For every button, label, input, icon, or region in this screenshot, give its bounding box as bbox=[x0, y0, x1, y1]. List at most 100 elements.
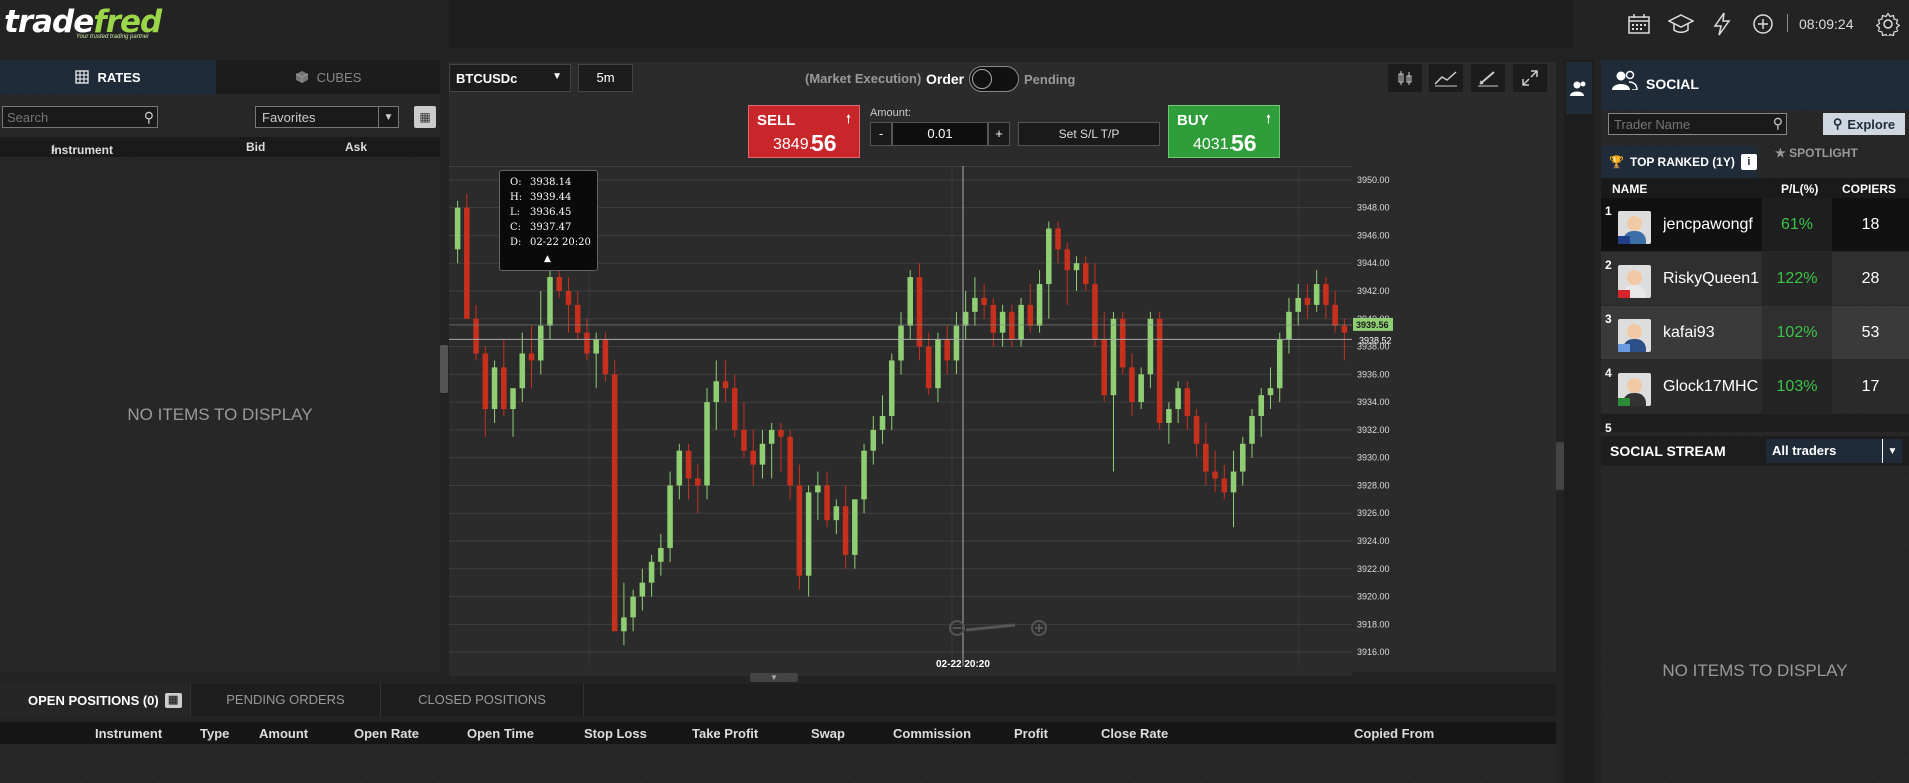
lightning-icon[interactable] bbox=[1707, 10, 1737, 38]
price-chart[interactable]: 3950.003948.003946.003944.003942.003940.… bbox=[449, 166, 1556, 676]
calendar-icon[interactable] bbox=[1624, 10, 1654, 38]
tab-pending-orders[interactable]: PENDING ORDERS bbox=[190, 684, 380, 716]
grid-view-toggle-icon[interactable]: ▦ bbox=[414, 106, 436, 128]
trader-row[interactable]: 1 jencpawongf 61% 18 bbox=[1601, 198, 1909, 251]
column-stop-loss[interactable]: Stop Loss bbox=[584, 726, 647, 741]
stream-filter-dropdown[interactable]: All traders ▼ bbox=[1766, 439, 1902, 463]
y-tick-label: 3942.00 bbox=[1357, 286, 1390, 296]
trader-pl: 122% bbox=[1762, 252, 1832, 305]
column-open-time[interactable]: Open Time bbox=[467, 726, 534, 741]
tab-closed-positions[interactable]: CLOSED POSITIONS bbox=[380, 684, 584, 716]
symbol-dropdown[interactable]: BTCUSDc ▼ bbox=[449, 64, 571, 92]
column-type[interactable]: Type bbox=[200, 726, 229, 741]
tab-cubes[interactable]: CUBES bbox=[216, 60, 440, 94]
plus-circle-icon[interactable] bbox=[1748, 10, 1778, 38]
candle-body bbox=[685, 450, 692, 479]
sell-button[interactable]: SELL 🠕 3849. 56 bbox=[748, 105, 860, 158]
candle-body bbox=[1332, 304, 1338, 326]
trader-name: RiskyQueen1 bbox=[1663, 270, 1759, 287]
chart-right-collapse-handle[interactable] bbox=[1556, 442, 1564, 490]
chevron-down-icon: ▼ bbox=[1882, 439, 1902, 463]
column-bid[interactable]: Bid bbox=[246, 140, 265, 154]
trader-search[interactable]: ⚲ bbox=[1608, 113, 1787, 135]
favorites-dropdown[interactable]: Favorites ▼ bbox=[255, 106, 399, 128]
logo-tagline: Your trusted trading partner bbox=[76, 34, 150, 40]
trader-row[interactable]: 4 Glock17MHC 103% 17 bbox=[1601, 360, 1909, 413]
set-sl-tp-button[interactable]: Set S/L T/P bbox=[1018, 122, 1160, 146]
y-tick-label: 3916.00 bbox=[1357, 647, 1390, 657]
candle-body bbox=[1166, 409, 1172, 423]
trader-row[interactable]: 2 RiskyQueen1 122% 28 bbox=[1601, 252, 1909, 305]
candle-body bbox=[815, 485, 821, 493]
candle-body bbox=[1018, 304, 1024, 340]
tab-spotlight-label: SPOTLIGHT bbox=[1789, 146, 1858, 160]
column-open-rate[interactable]: Open Rate bbox=[354, 726, 419, 741]
candle-body bbox=[1147, 318, 1154, 375]
search-icon: ⚲ bbox=[1832, 116, 1843, 131]
column-copied-from[interactable]: Copied From bbox=[1354, 726, 1434, 741]
column-instrument[interactable]: Instrument ↓ bbox=[51, 140, 113, 157]
candle-body bbox=[972, 297, 978, 312]
order-mode-label: Order bbox=[926, 71, 965, 87]
info-icon[interactable]: i bbox=[1740, 154, 1757, 170]
column-close-rate[interactable]: Close Rate bbox=[1101, 726, 1168, 741]
search-icon[interactable]: ⚲ bbox=[1773, 115, 1783, 132]
candle-body bbox=[953, 325, 960, 361]
search-icon[interactable]: ⚲ bbox=[144, 109, 154, 126]
candle-body bbox=[1341, 325, 1348, 333]
trader-rank: 3 bbox=[1605, 312, 1612, 326]
education-icon[interactable] bbox=[1666, 10, 1696, 38]
column-take-profit[interactable]: Take Profit bbox=[692, 726, 758, 741]
candle-body bbox=[1304, 297, 1311, 305]
trader-search-input[interactable] bbox=[1609, 114, 1764, 134]
column-amount[interactable]: Amount bbox=[259, 726, 308, 741]
candle-body bbox=[574, 304, 581, 333]
column-swap[interactable]: Swap bbox=[811, 726, 845, 741]
draw-tool-icon[interactable] bbox=[1471, 64, 1505, 92]
column-commission[interactable]: Commission bbox=[893, 726, 971, 741]
candle-body bbox=[639, 582, 646, 597]
amount-increase-button[interactable]: + bbox=[988, 122, 1010, 146]
chart-collapse-handle[interactable]: ▼ bbox=[750, 673, 798, 682]
line-chart-icon[interactable] bbox=[1429, 64, 1463, 92]
instrument-search[interactable]: ⚲ bbox=[2, 106, 158, 128]
candle-body bbox=[565, 291, 572, 305]
column-ask[interactable]: Ask bbox=[345, 140, 367, 154]
search-input[interactable] bbox=[3, 107, 133, 127]
rates-empty-message: NO ITEMS TO DISPLAY bbox=[127, 405, 313, 424]
y-tick-label: 3930.00 bbox=[1357, 453, 1390, 463]
candle-body bbox=[833, 506, 840, 521]
candle-body bbox=[1046, 228, 1052, 285]
explore-button[interactable]: ⚲ Explore bbox=[1823, 113, 1905, 135]
candle-body bbox=[944, 339, 950, 361]
amount-input[interactable]: 0.01 bbox=[892, 122, 988, 146]
candle-body bbox=[750, 450, 756, 465]
trader-copiers: 28 bbox=[1861, 270, 1880, 287]
column-profit[interactable]: Profit bbox=[1014, 726, 1048, 741]
social-toggle-icon[interactable] bbox=[1566, 62, 1592, 114]
tab-open-positions[interactable]: OPEN POSITIONS (0) ▦ bbox=[0, 684, 190, 716]
candle-body bbox=[1092, 284, 1098, 340]
timeframe-button[interactable]: 5m bbox=[578, 64, 633, 92]
table-view-icon[interactable]: ▦ bbox=[164, 692, 182, 708]
candles-chart-icon[interactable] bbox=[1388, 64, 1422, 92]
people-icon bbox=[1612, 70, 1638, 96]
y-tick-label: 3922.00 bbox=[1357, 564, 1390, 574]
amount-decrease-button[interactable]: - bbox=[870, 122, 892, 146]
column-instrument[interactable]: Instrument bbox=[95, 726, 162, 741]
order-pending-toggle[interactable] bbox=[969, 66, 1019, 92]
settings-gear-icon[interactable] bbox=[1873, 10, 1903, 38]
tab-spotlight[interactable]: ★ SPOTLIGHT bbox=[1775, 146, 1858, 160]
buy-button[interactable]: BUY 🠕 4031. 56 bbox=[1168, 105, 1280, 158]
trophy-icon: 🏆 bbox=[1609, 155, 1624, 169]
trader-row-partial[interactable]: 5 bbox=[1601, 414, 1909, 432]
tab-top-ranked[interactable]: 🏆 TOP RANKED (1Y) i bbox=[1601, 146, 1757, 178]
left-panel-collapse-handle[interactable] bbox=[440, 345, 448, 393]
candle-body bbox=[695, 478, 701, 486]
arrow-up-icon: 🠕 bbox=[1265, 112, 1271, 126]
clock: 08:09:24 bbox=[1799, 16, 1854, 32]
fullscreen-icon[interactable] bbox=[1513, 64, 1547, 92]
candle-body bbox=[1129, 367, 1135, 403]
trader-row[interactable]: 3 kafai93 102% 53 bbox=[1601, 306, 1909, 359]
tab-rates[interactable]: RATES bbox=[0, 60, 216, 94]
